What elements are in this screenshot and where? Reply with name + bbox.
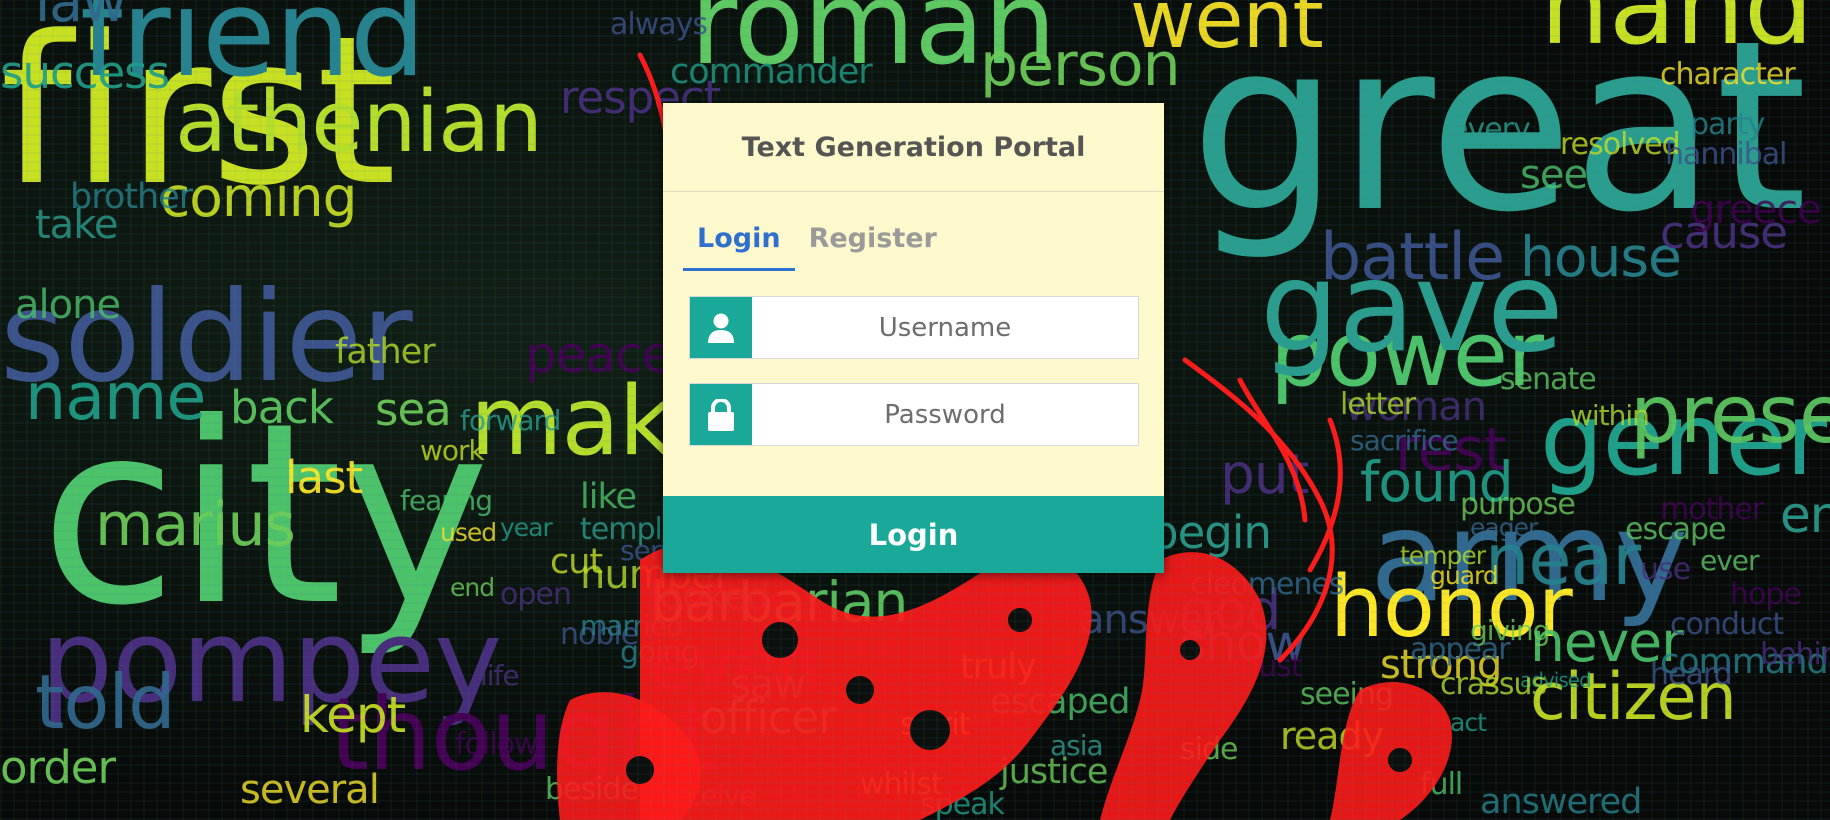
lock-icon [690, 384, 752, 445]
page-title: Text Generation Portal [741, 131, 1086, 163]
user-icon [690, 297, 752, 358]
username-input[interactable] [752, 297, 1138, 358]
username-field [689, 296, 1139, 359]
card-header: Text Generation Portal [663, 103, 1164, 192]
tab-login[interactable]: Login [683, 211, 795, 271]
login-card: Text Generation Portal Login Register Lo… [663, 103, 1164, 573]
login-button[interactable]: Login [663, 496, 1164, 573]
tab-register[interactable]: Register [795, 211, 951, 271]
password-input[interactable] [752, 384, 1138, 445]
auth-tabs: Login Register [683, 211, 951, 271]
password-field [689, 383, 1139, 446]
